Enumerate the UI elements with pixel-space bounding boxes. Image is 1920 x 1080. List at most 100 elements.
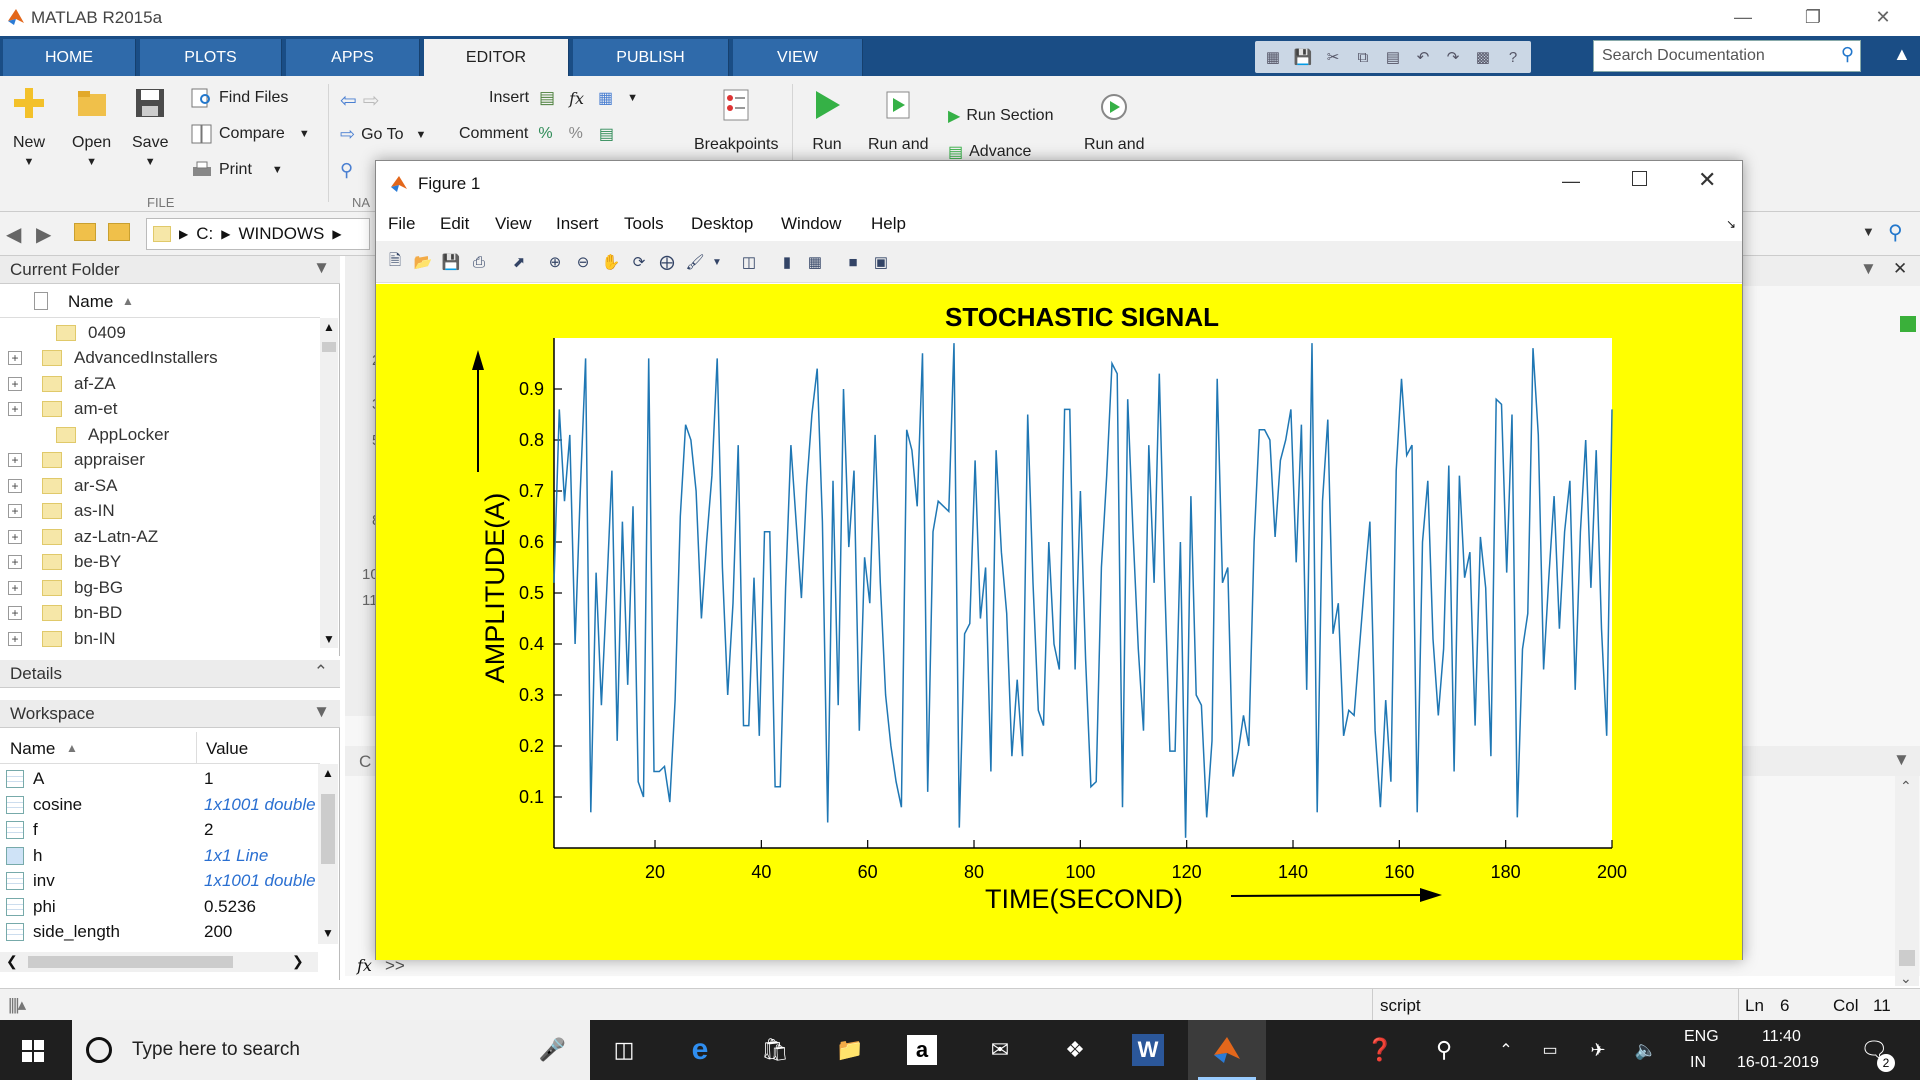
workspace-row[interactable]: phi 0.5236 (0, 894, 320, 919)
insert-colorbar-icon[interactable]: ▮ (776, 251, 798, 273)
workspace-scrollbar[interactable]: ▲ ▼ (318, 764, 338, 944)
clock-time[interactable]: 11:40 (1762, 1028, 1801, 1046)
command-window-actions-icon[interactable]: ▼ (1893, 750, 1910, 770)
workspace-row[interactable]: A1 (0, 766, 320, 791)
figure-maximize-button[interactable] (1632, 171, 1647, 186)
layout-icon[interactable]: ▦ (1261, 45, 1285, 69)
close-editor-icon[interactable]: ✕ (1893, 259, 1907, 279)
menu-insert[interactable]: Insert (556, 214, 599, 234)
dropbox-icon[interactable]: ❖ (1057, 1032, 1093, 1068)
figure-window[interactable]: Figure 1 — ✕ File Edit View Insert Tools… (375, 160, 1743, 960)
edit-plot-icon[interactable]: ⬈ (508, 251, 530, 273)
data-cursor-icon[interactable]: ⨁ (656, 251, 678, 273)
menu-help[interactable]: Help (871, 214, 906, 234)
scroll-down-icon[interactable]: ▼ (322, 926, 334, 940)
expand-folder-icon[interactable]: + (8, 478, 22, 493)
folder-column-header[interactable]: Name ▲ (0, 284, 320, 318)
expand-folder-icon[interactable]: + (8, 580, 22, 595)
figure-close-button[interactable]: ✕ (1698, 167, 1716, 193)
name-column-header[interactable]: Name (68, 292, 113, 312)
workspace-row[interactable]: side_length 200 (0, 919, 320, 944)
advance-button[interactable]: ▤ Advance (948, 142, 1031, 162)
insert-button[interactable]: Insert ▤ fx ▦ ▼ (489, 88, 638, 108)
save-figure-icon[interactable]: 💾 (440, 251, 462, 273)
scroll-left-icon[interactable]: ❮ (6, 953, 18, 970)
scroll-thumb[interactable] (322, 342, 336, 352)
panel-actions-icon[interactable]: ▼ (313, 258, 330, 278)
input-region[interactable]: IN (1690, 1054, 1706, 1072)
battery-icon[interactable]: ▭ (1532, 1032, 1568, 1068)
find-button[interactable]: ⚲ (340, 160, 353, 181)
expand-folder-icon[interactable]: + (8, 376, 22, 391)
pan-icon[interactable]: ✋ (600, 251, 622, 273)
open-file-icon[interactable]: 📂 (412, 251, 434, 273)
back-folder-icon[interactable]: ◀ (6, 222, 21, 247)
scroll-up-icon[interactable]: ▲ (322, 766, 334, 780)
expand-folder-icon[interactable]: + (8, 504, 22, 518)
expand-folder-icon[interactable]: + (8, 631, 22, 646)
brush-dropdown-icon[interactable]: ▼ (706, 251, 728, 273)
workspace-row[interactable]: f2 (0, 817, 320, 842)
edge-browser-icon[interactable]: e (682, 1032, 718, 1068)
back-nav-button[interactable]: ⇦ ⇨ (340, 88, 380, 113)
path-drive[interactable]: C: (196, 224, 213, 244)
column-divider[interactable] (196, 732, 197, 764)
amazon-icon[interactable]: a (907, 1035, 937, 1065)
folder-list-item[interactable]: + bg-BG (0, 575, 320, 600)
go-to-button[interactable]: ⇨ Go To ▼ (340, 124, 426, 145)
search-documentation-input[interactable]: Search Documentation ⚲ (1593, 40, 1861, 72)
help-icon[interactable]: ? (1501, 45, 1525, 69)
folder-list-item[interactable]: + be-BY (0, 550, 320, 575)
store-icon[interactable]: 🛍 (757, 1032, 793, 1068)
expand-folder-icon[interactable]: + (8, 453, 22, 467)
comment-button[interactable]: Comment % % ▤ (459, 124, 614, 144)
figure-minimize-button[interactable]: — (1562, 171, 1580, 192)
menu-desktop[interactable]: Desktop (691, 214, 753, 234)
volume-icon[interactable]: 🔈 (1628, 1032, 1664, 1068)
workspace-row[interactable]: cosine 1x1001 double (0, 792, 320, 817)
scroll-right-icon[interactable]: ❯ (292, 953, 304, 970)
scroll-thumb[interactable] (1899, 950, 1915, 966)
save-quick-icon[interactable]: 💾 (1291, 45, 1315, 69)
folder-list-item[interactable]: + az-Latn-AZ (0, 524, 320, 549)
find-files-button[interactable]: Find Files (191, 88, 288, 108)
menu-view[interactable]: View (495, 214, 532, 234)
path-folder[interactable]: WINDOWS (238, 224, 324, 244)
brush-icon[interactable]: 🖌 (684, 251, 706, 273)
run-button[interactable]: Run (810, 88, 844, 154)
paste-icon[interactable]: ▤ (1381, 45, 1405, 69)
dock-figure-icon[interactable]: ↘ (1726, 217, 1736, 231)
forward-folder-icon[interactable]: ▶ (36, 222, 51, 247)
show-hidden-icons[interactable]: ⌃ (1488, 1032, 1524, 1068)
folder-list-item[interactable]: + am-et (0, 397, 320, 422)
open-button[interactable]: Open ▼ (72, 86, 111, 168)
tab-apps[interactable]: APPS (286, 39, 420, 76)
expand-folder-icon[interactable]: + (8, 529, 22, 544)
clock-date[interactable]: 16-01-2019 (1737, 1054, 1819, 1072)
airplane-mode-icon[interactable]: ✈ (1580, 1032, 1616, 1068)
hide-plot-tools-icon[interactable]: ■ (842, 251, 864, 273)
expand-folder-icon[interactable]: + (8, 402, 22, 416)
folder-list-item[interactable]: + as-IN (0, 499, 320, 524)
hscroll-thumb[interactable] (28, 956, 233, 968)
up-folder-icon[interactable] (74, 223, 96, 241)
menu-edit[interactable]: Edit (440, 214, 469, 234)
file-explorer-icon[interactable]: 📁 (832, 1032, 868, 1068)
run-and-advance-button[interactable]: Run and (868, 88, 929, 154)
folder-list-item[interactable]: 0409 (0, 320, 320, 345)
link-plot-icon[interactable]: ◫ (738, 251, 760, 273)
copy-icon[interactable]: ⧉ (1351, 45, 1375, 69)
cut-icon[interactable]: ✂ (1321, 45, 1345, 69)
zoom-out-icon[interactable]: ⊖ (572, 251, 594, 273)
command-scrollbar[interactable]: ⌃ ⌄ (1895, 776, 1919, 986)
workspace-name-header[interactable]: Name (10, 739, 55, 759)
scroll-thumb[interactable] (321, 794, 335, 864)
restore-button[interactable]: ❐ (1790, 0, 1836, 34)
path-search-icon[interactable]: ⚲ (1888, 220, 1903, 245)
help-tray-icon[interactable]: ❓ (1362, 1032, 1398, 1068)
folder-list-item[interactable]: + AdvancedInstallers (0, 346, 320, 371)
expand-folder-icon[interactable]: + (8, 606, 22, 620)
insert-legend-icon[interactable]: ▦ (804, 251, 826, 273)
close-button[interactable]: ✕ (1860, 0, 1906, 34)
windows-start-icon[interactable] (22, 1040, 44, 1062)
